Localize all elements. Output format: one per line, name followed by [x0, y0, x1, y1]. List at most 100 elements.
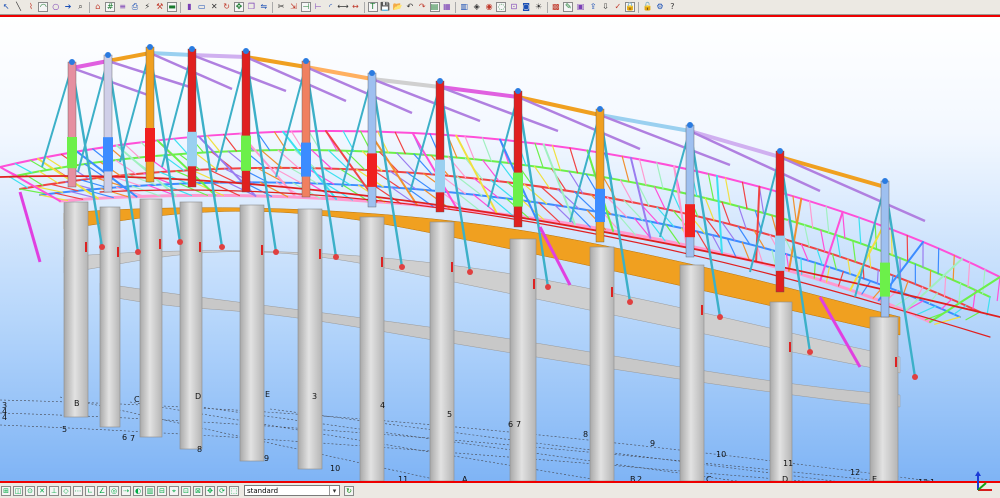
track-icon[interactable]: ⇢ — [121, 485, 131, 496]
mast-tie-beam — [305, 65, 373, 81]
light-icon[interactable]: ☀ — [534, 2, 544, 12]
mast-collar — [595, 188, 605, 223]
truss-diagonal — [982, 268, 986, 295]
hide-icon[interactable]: ◌ — [496, 2, 507, 12]
import-icon[interactable]: ⇩ — [600, 2, 610, 12]
view-side-icon[interactable]: ▥ — [459, 2, 469, 12]
layers-icon[interactable]: ≡ — [118, 2, 128, 12]
zoom-all-icon[interactable]: ⊠ — [193, 485, 203, 496]
render-icon[interactable]: ◉ — [484, 2, 494, 12]
paint-icon[interactable]: ✎ — [563, 2, 574, 12]
object-snap-icon[interactable]: ◎ — [109, 485, 119, 496]
anchor-node — [467, 269, 473, 275]
truss-diagonal — [534, 142, 544, 169]
view-front-icon[interactable]: ▤ — [429, 2, 440, 12]
refresh-view-icon[interactable]: ↻ — [344, 485, 354, 496]
camera-icon[interactable]: ◙ — [521, 2, 531, 12]
truss-diagonal — [619, 179, 633, 203]
settings-icon[interactable]: ⚙ — [655, 2, 665, 12]
move-icon[interactable]: ✥ — [233, 2, 244, 12]
grid-axis-label: E — [265, 390, 270, 399]
joint-node — [777, 148, 783, 154]
column-anchor — [611, 287, 613, 297]
bolt-icon[interactable]: ⚡ — [142, 2, 152, 12]
view-combo[interactable]: standard ▾ — [244, 485, 340, 496]
lock-icon[interactable]: 🔒 — [625, 2, 636, 12]
snap-perp-icon[interactable]: ⊥ — [49, 485, 59, 496]
weld-icon[interactable]: ⚒ — [155, 2, 165, 12]
polar-icon[interactable]: ∠ — [97, 485, 107, 496]
grid-axis-label: 7 — [516, 420, 521, 429]
truss-diagonal — [986, 296, 991, 316]
rotate-icon[interactable]: ↻ — [222, 2, 232, 12]
chevron-down-icon[interactable]: ▾ — [329, 486, 339, 495]
mirror-icon[interactable]: ⇋ — [259, 2, 269, 12]
weight-icon[interactable]: ▥ — [145, 485, 155, 496]
print-icon[interactable]: ⎙ — [130, 2, 140, 12]
zoom-icon[interactable]: ⌕ — [75, 2, 85, 12]
beam-icon[interactable]: ▬ — [167, 2, 178, 12]
cut-icon[interactable]: ✂ — [276, 2, 286, 12]
trim-icon[interactable]: ⊣ — [300, 2, 311, 12]
main-toolbar: ↖ ╲ ⌇ ◠ ○ ➔ ⌕ ⌂ # ≡ ⎙ ⚡ ⚒ ▬ ▮ ▭ ✕ ↻ ✥ ❐ ⇋ ✂ ⇲ ⊣ ⊢ ◜ ⟷ ↔ T 💾 📂 ↶ ↷ ▤ ▦ ▥ ◈ ◉ ◌ ⊡… — [0, 0, 1000, 15]
pick-icon[interactable]: ⌖ — [169, 485, 179, 496]
check-icon[interactable]: ✓ — [613, 2, 623, 12]
redo-icon[interactable]: ↷ — [417, 2, 427, 12]
column-anchor — [895, 357, 897, 367]
mast-collar — [67, 137, 77, 169]
grid-axis-label: 10 — [716, 450, 726, 459]
toolbar-separator — [180, 1, 182, 13]
unlock-icon[interactable]: 🔓 — [643, 2, 653, 12]
pan-icon[interactable]: ✥ — [205, 485, 215, 496]
column-anchor — [533, 279, 535, 289]
snap-mid-icon[interactable]: ◫ — [13, 485, 23, 496]
anchor-node — [399, 264, 405, 270]
dimension-icon[interactable]: ↔ — [350, 2, 360, 12]
stretch-icon[interactable]: ⇲ — [288, 2, 298, 12]
column-icon[interactable]: ▮ — [184, 2, 194, 12]
snap-grid-icon[interactable]: ⋯ — [73, 485, 83, 496]
mast-collar — [513, 172, 523, 207]
refresh-icon[interactable]: ⬚ — [229, 485, 239, 496]
arrow-right-icon[interactable]: ➔ — [63, 2, 73, 12]
extend-icon[interactable]: ⊢ — [313, 2, 323, 12]
material-icon[interactable]: ▩ — [551, 2, 561, 12]
open-icon[interactable]: 📂 — [392, 2, 402, 12]
arc-icon[interactable]: ◠ — [38, 2, 49, 12]
view-3d-icon[interactable]: ◈ — [472, 2, 482, 12]
ortho-icon[interactable]: ∟ — [85, 485, 95, 496]
3d-model-viewport[interactable]: BCDE3456734456789101189101112121AB2CDE — [0, 15, 1000, 483]
text-icon[interactable]: T — [367, 2, 378, 12]
measure-icon[interactable]: ⟷ — [337, 2, 348, 12]
select-icon[interactable]: ↖ — [1, 2, 11, 12]
export-icon[interactable]: ⇪ — [588, 2, 598, 12]
select-filter-icon[interactable]: ⊟ — [157, 485, 167, 496]
fillet-icon[interactable]: ◜ — [326, 2, 336, 12]
structure-model[interactable]: BCDE3456734456789101189101112121AB2CDE — [0, 17, 1000, 481]
column-anchor — [117, 247, 119, 257]
zoom-window-icon[interactable]: ⊡ — [181, 485, 191, 496]
help-icon[interactable]: ? — [667, 2, 677, 12]
line-icon[interactable]: ╲ — [14, 2, 24, 12]
circle-icon[interactable]: ○ — [51, 2, 61, 12]
report-icon[interactable]: ▣ — [576, 2, 586, 12]
snap-end-icon[interactable]: ⊞ — [1, 485, 11, 496]
snap-center-icon[interactable]: ⊙ — [25, 485, 35, 496]
mast-collar — [367, 153, 377, 187]
clip-icon[interactable]: ⊡ — [509, 2, 519, 12]
copy-icon[interactable]: ❐ — [246, 2, 256, 12]
view-top-icon[interactable]: ▦ — [442, 2, 452, 12]
save-icon[interactable]: 💾 — [380, 2, 390, 12]
concrete-substructure — [63, 198, 901, 481]
orbit-icon[interactable]: ⟳ — [217, 485, 227, 496]
bracing-icon[interactable]: ✕ — [209, 2, 219, 12]
status-bar: ⊞ ◫ ⊙ ✕ ⊥ ◇ ⋯ ∟ ∠ ◎ ⇢ ◐ ▥ ⊟ ⌖ ⊡ ⊠ ✥ ⟳ ⬚ standard ▾ ↻ — [0, 483, 1000, 498]
grid-icon[interactable]: # — [105, 2, 116, 12]
dyn-icon[interactable]: ◐ — [133, 485, 143, 496]
polyline-icon[interactable]: ⌇ — [26, 2, 36, 12]
snap-intersect-icon[interactable]: ✕ — [37, 485, 47, 496]
plate-icon[interactable]: ▭ — [197, 2, 207, 12]
snap-near-icon[interactable]: ◇ — [61, 485, 71, 496]
home-icon[interactable]: ⌂ — [93, 2, 103, 12]
undo-icon[interactable]: ↶ — [405, 2, 415, 12]
